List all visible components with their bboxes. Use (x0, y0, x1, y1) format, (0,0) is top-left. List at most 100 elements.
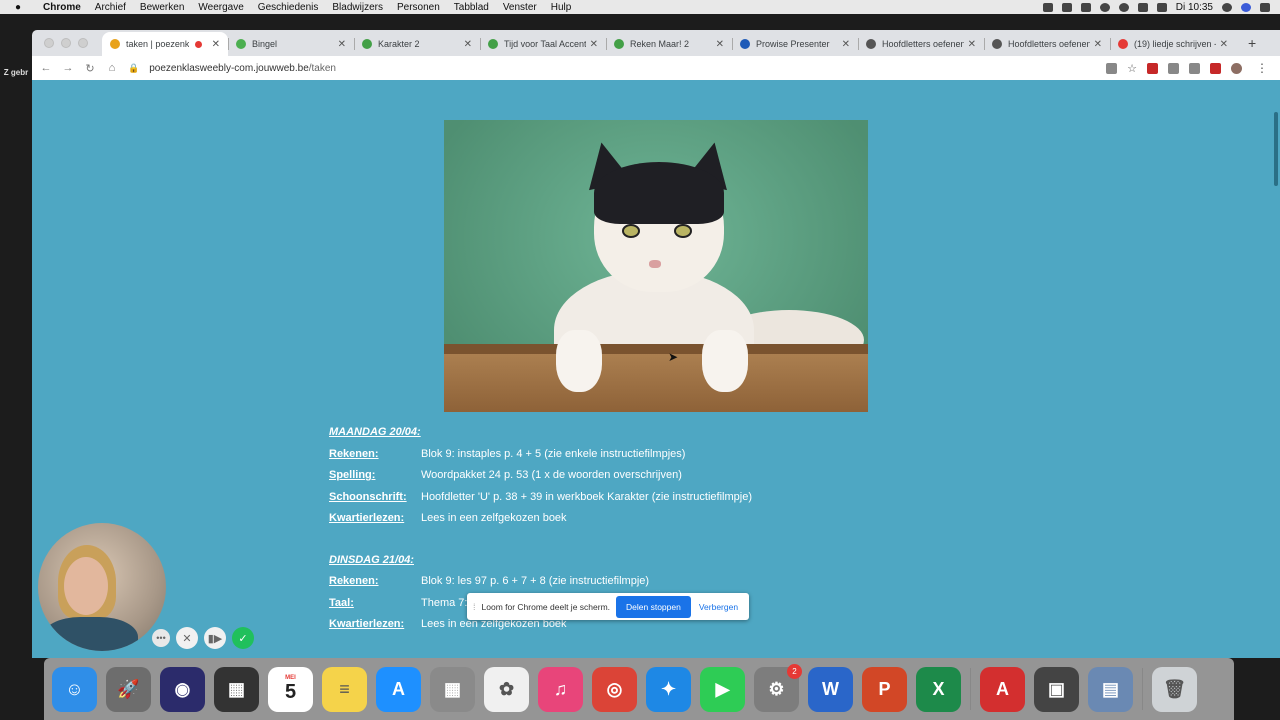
system-preferences-icon[interactable]: ⚙ 2 (754, 663, 802, 712)
menu-archief[interactable]: Archief (88, 2, 133, 13)
browser-tab[interactable]: (19) liedje schrijven - ✕ (1110, 32, 1236, 56)
more-options-icon[interactable]: ••• (152, 629, 170, 647)
microphone-icon[interactable] (1042, 2, 1053, 12)
launchpad-icon[interactable]: 🚀 (106, 666, 151, 712)
photo-booth-icon[interactable]: ▣ (1034, 666, 1079, 712)
home-icon[interactable]: ⌂ (106, 62, 118, 74)
menu-geschiedenis[interactable]: Geschiedenis (251, 2, 326, 13)
lock-icon[interactable]: 🔒 (128, 63, 139, 74)
task-description: Lees in een zelfgekozen boek (421, 512, 567, 524)
browser-tab[interactable]: Reken Maar! 2 ✕ (606, 32, 732, 56)
close-tab-icon[interactable]: ✕ (212, 39, 220, 50)
profile-avatar[interactable] (1231, 62, 1242, 74)
camera-blocked-icon[interactable] (1106, 62, 1118, 74)
notification-center-icon[interactable] (1260, 2, 1270, 12)
browser-tab[interactable]: Hoofdletters oefenen ✕ (858, 32, 984, 56)
browser-tab[interactable]: Hoofdletters oefenen ✕ (984, 32, 1110, 56)
app-store-icon[interactable]: A (376, 666, 421, 712)
zoom-window-button[interactable] (78, 38, 88, 48)
close-tab-icon[interactable]: ✕ (716, 39, 724, 50)
pause-recording-icon[interactable]: ▮▶ (204, 627, 226, 649)
close-window-button[interactable] (44, 38, 54, 48)
volume-icon[interactable] (1156, 2, 1167, 12)
loom-extension-icon[interactable] (1210, 62, 1221, 74)
loom-sharing-bar: ⁞ Loom for Chrome deelt je scherm. Delen… (467, 593, 749, 620)
new-tab-button[interactable]: + (1236, 35, 1268, 51)
close-tab-icon[interactable]: ✕ (1094, 39, 1102, 50)
notes-icon[interactable]: ≡ (322, 666, 367, 712)
forward-icon[interactable]: → (62, 62, 74, 74)
page-content: ➤ MAANDAG 20/04: Rekenen: Blok 9: instaple… (32, 80, 1280, 658)
mission-control-icon[interactable]: ▦ (214, 666, 259, 712)
siri-menu-icon[interactable] (1241, 2, 1251, 12)
tab-title: Hoofdletters oefenen (882, 39, 964, 49)
menu-bladwijzers[interactable]: Bladwijzers (325, 2, 390, 13)
webcam-bubble[interactable] (38, 523, 166, 651)
menu-venster[interactable]: Venster (496, 2, 544, 13)
close-tab-icon[interactable]: ✕ (590, 39, 598, 50)
chrome-icon[interactable]: ◎ (592, 666, 637, 712)
task-description: Blok 9: les 97 p. 6 + 7 + 8 (zie instruc… (421, 575, 650, 587)
menu-clock[interactable]: Di 10:35 (1176, 2, 1213, 13)
back-icon[interactable]: ← (40, 62, 52, 74)
extension-icon[interactable] (1168, 62, 1179, 74)
tab-title: (19) liedje schrijven - (1134, 39, 1216, 49)
hide-button[interactable]: Verbergen (697, 602, 740, 612)
browser-tab[interactable]: Tijd voor Taal Accent ✕ (480, 32, 606, 56)
browser-tab[interactable]: Karakter 2 ✕ (354, 32, 480, 56)
menu-chrome[interactable]: Chrome (36, 2, 88, 13)
excel-icon[interactable]: X (916, 666, 961, 712)
bluetooth-icon[interactable] (1118, 2, 1129, 12)
finder-icon[interactable]: ☺ (52, 666, 97, 712)
acrobat-icon[interactable]: A (980, 666, 1025, 712)
photos-icon[interactable]: ✿ (484, 666, 529, 712)
menu-weergave[interactable]: Weergave (191, 2, 250, 13)
chrome-menu-icon[interactable]: ⋮ (1252, 61, 1272, 75)
menu-personen[interactable]: Personen (390, 2, 447, 13)
word-icon[interactable]: W (808, 666, 853, 712)
menu-bewerken[interactable]: Bewerken (133, 2, 191, 13)
wifi-icon[interactable] (1137, 2, 1148, 12)
scrollbar-thumb[interactable] (1274, 112, 1278, 186)
time-machine-icon[interactable] (1099, 2, 1110, 12)
browser-tab[interactable]: Prowise Presenter ✕ (732, 32, 858, 56)
task-subject: Rekenen: (329, 575, 379, 587)
close-tab-icon[interactable]: ✕ (338, 39, 346, 50)
camera-icon[interactable] (1061, 2, 1072, 12)
address-bar[interactable]: poezenklasweebly-com.jouwweb.be/taken (149, 63, 1096, 74)
close-tab-icon[interactable]: ✕ (842, 39, 850, 50)
stop-sharing-button[interactable]: Delen stoppen (616, 595, 691, 618)
extension-icon[interactable] (1147, 62, 1158, 74)
apple-menu-icon[interactable]: ● (0, 2, 36, 13)
task-description: Blok 9: instaples p. 4 + 5 (zie enkele i… (421, 447, 686, 460)
browser-tab[interactable]: Bingel ✕ (228, 32, 354, 56)
close-tab-icon[interactable]: ✕ (464, 39, 472, 50)
screen-icon[interactable] (1080, 2, 1091, 12)
close-tab-icon[interactable]: ✕ (1220, 39, 1228, 50)
drag-handle-icon[interactable]: ⁞ (473, 602, 476, 612)
browser-tab[interactable]: taken | poezenkla ✕ (102, 32, 228, 56)
powerpoint-icon[interactable]: P (862, 666, 907, 712)
siri-icon[interactable]: ◉ (160, 666, 205, 712)
task-row: Rekenen: Blok 9: les 97 p. 6 + 7 + 8 (zie… (329, 571, 1029, 593)
page-scrollbar[interactable] (1272, 80, 1280, 658)
menu-hulp[interactable]: Hulp (544, 2, 579, 13)
preview-icon[interactable]: ▤ (1088, 666, 1133, 712)
close-tab-icon[interactable]: ✕ (968, 39, 976, 50)
cancel-recording-icon[interactable]: ✕ (176, 627, 198, 649)
calendar-icon[interactable]: MEI 5 (268, 666, 313, 712)
safari-icon[interactable]: ✦ (646, 666, 691, 712)
trash-icon[interactable]: 🗑 (1152, 666, 1197, 712)
extension-icon[interactable] (1189, 62, 1200, 74)
calculator-icon[interactable]: ▦ (430, 666, 475, 712)
facetime-icon[interactable]: ▶ (700, 666, 745, 712)
finish-recording-icon[interactable]: ✓ (232, 627, 254, 649)
reload-icon[interactable]: ↻ (84, 62, 96, 75)
bookmark-star-icon[interactable]: ☆ (1127, 62, 1137, 75)
menu-tabblad[interactable]: Tabblad (447, 2, 496, 13)
itunes-icon[interactable]: ♫ (538, 666, 583, 712)
spotlight-icon[interactable] (1222, 2, 1232, 12)
minimize-window-button[interactable] (61, 38, 71, 48)
tab-favicon-icon (1118, 39, 1128, 49)
browser-toolbar: ← → ↻ ⌂ 🔒 poezenklasweebly-com.jouwweb.b… (32, 56, 1280, 80)
